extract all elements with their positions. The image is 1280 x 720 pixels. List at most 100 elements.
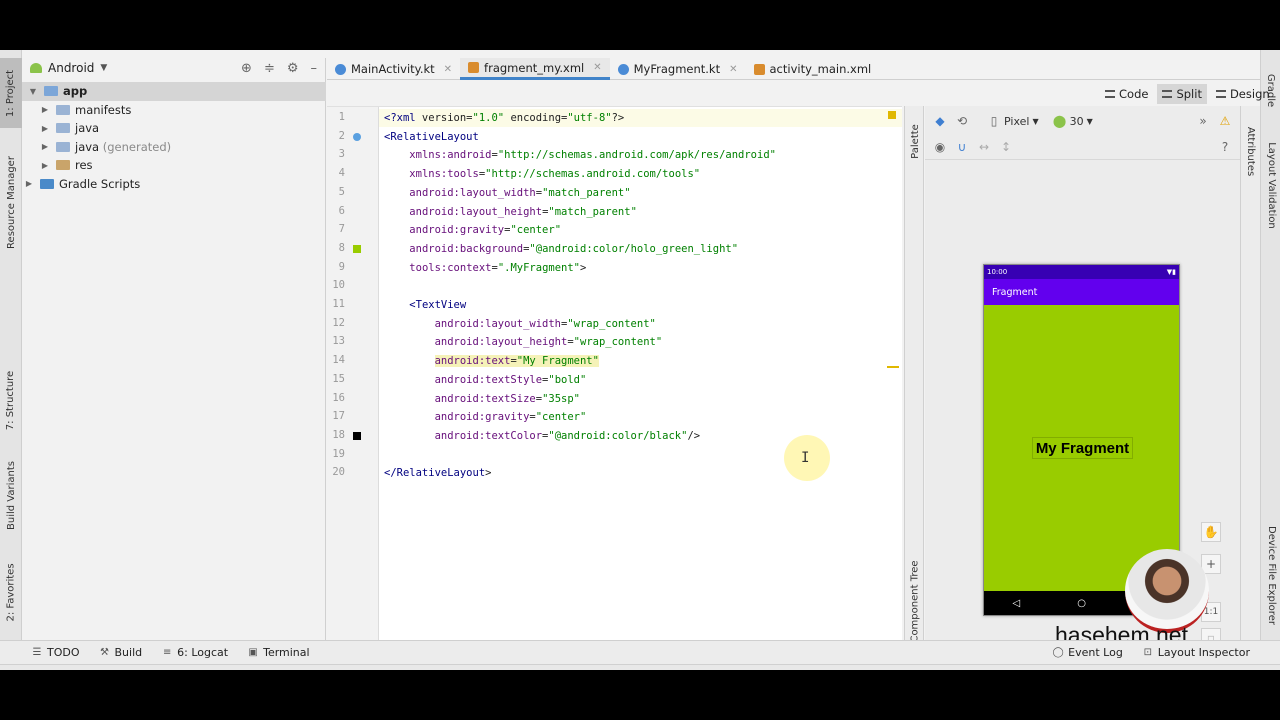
line-number: 5 <box>338 185 345 198</box>
tree-item-app[interactable]: ▼ app <box>22 82 326 101</box>
design-toolbar: ◆ ⟲ ▯ Pixel ▼ ⬤ 30 ▼ » ⚠ <box>925 108 1240 134</box>
terminal-tool-button[interactable]: ▣ Terminal <box>238 646 320 659</box>
horizontal-arrows-icon[interactable]: ↔ <box>977 140 991 154</box>
line-number: 3 <box>338 148 345 161</box>
tree-item-manifests[interactable]: ▶ manifests <box>40 101 131 120</box>
tab-activity-main-xml[interactable]: activity_main.xml <box>746 58 880 80</box>
design-mode-button[interactable]: Design <box>1211 84 1275 104</box>
vertical-arrows-icon[interactable]: ↕ <box>999 140 1013 154</box>
text-cursor-icon: I <box>801 450 810 466</box>
attributes-tab[interactable]: Attributes <box>1241 116 1261 186</box>
code-line[interactable]: android:layout_width="wrap_content" <box>384 315 656 333</box>
design-toolbar-secondary: ◉ ∪ ↔ ↕ ? <box>925 134 1240 160</box>
warning-marker[interactable] <box>888 111 896 119</box>
tree-item-gradle-scripts[interactable]: ▶ Gradle Scripts <box>24 175 140 194</box>
device-selector[interactable]: ▯ Pixel ▼ <box>987 114 1039 128</box>
code-line[interactable]: xmlns:android="http://schemas.android.co… <box>384 146 776 164</box>
layers-icon[interactable]: ◆ <box>933 114 947 128</box>
preview-textview[interactable]: My Fragment <box>1032 437 1133 459</box>
preview-icon[interactable] <box>353 132 361 141</box>
component-tree-tab[interactable]: Component Tree <box>905 560 925 642</box>
code-line[interactable]: android:layout_height="match_parent" <box>384 203 637 221</box>
chevron-right-icon[interactable]: ▶ <box>40 105 50 114</box>
line-number: 19 <box>332 447 345 460</box>
chevron-down-icon[interactable]: ▼ <box>28 87 38 96</box>
layout-validation-tool-tab[interactable]: Layout Validation <box>1261 130 1280 240</box>
project-view-selector[interactable]: Android <box>48 61 94 75</box>
code-line[interactable]: </RelativeLayout> <box>384 464 491 482</box>
locate-icon[interactable]: ⊕ <box>241 61 252 76</box>
layout-file-icon <box>468 62 480 73</box>
eye-icon[interactable]: ◉ <box>933 140 947 154</box>
bottom-tool-bar: ☰ TODO ⚒ Build ≡ 6: Logcat ▣ Terminal ◯ Event… <box>0 640 1280 664</box>
line-number: 6 <box>338 204 345 217</box>
code-line[interactable]: android:background="@android:color/holo_… <box>384 240 738 258</box>
code-line[interactable]: android:layout_height="wrap_content" <box>384 333 663 351</box>
resources-folder-icon <box>56 160 70 171</box>
tab-fragment-my-xml[interactable]: fragment_my.xml ✕ <box>460 58 610 80</box>
chevron-right-icon[interactable]: ▶ <box>40 124 50 133</box>
palette-tab[interactable]: Palette <box>905 114 925 169</box>
warning-icon[interactable]: ⚠ <box>1218 114 1232 128</box>
todo-tool-button[interactable]: ☰ TODO <box>22 646 90 659</box>
code-line[interactable]: <RelativeLayout <box>384 128 479 146</box>
magnet-icon[interactable]: ∪ <box>955 140 969 154</box>
chevron-down-icon[interactable]: ▼ <box>100 63 107 73</box>
code-line[interactable]: <?xml version="1.0" encoding="utf-8"?> <box>384 109 624 127</box>
design-preview-panel: ◆ ⟲ ▯ Pixel ▼ ⬤ 30 ▼ » ⚠ ◉ ∪ ↔ ↕ ? 10:00 <box>925 106 1240 648</box>
code-line[interactable]: android:gravity="center" <box>384 408 587 426</box>
tree-item-java[interactable]: ▶ java <box>40 119 99 138</box>
code-line[interactable]: tools:context=".MyFragment"> <box>384 259 586 277</box>
pan-hand-icon[interactable]: ✋ <box>1201 522 1221 542</box>
build-variants-tool-tab[interactable]: Build Variants <box>0 450 22 540</box>
gear-icon[interactable]: ⚙ <box>287 61 299 76</box>
code-line[interactable]: android:textStyle="bold" <box>384 371 587 389</box>
chevron-right-icon[interactable]: ▶ <box>40 142 50 151</box>
chevron-right-icon[interactable]: ▶ <box>24 179 34 188</box>
tree-item-res[interactable]: ▶ res <box>40 156 93 175</box>
project-header: Android ▼ ⊕ ≑ ⚙ – <box>22 58 325 78</box>
api-level-selector[interactable]: ⬤ 30 ▼ <box>1053 114 1093 128</box>
code-line[interactable]: android:layout_width="match_parent" <box>384 184 630 202</box>
resource-manager-tool-tab[interactable]: Resource Manager <box>0 142 22 262</box>
chevron-right-icon[interactable]: ▶ <box>40 161 50 170</box>
project-tool-tab[interactable]: 1: Project <box>0 58 22 128</box>
help-icon[interactable]: ? <box>1218 140 1232 154</box>
signal-battery-icon: ▼▮ <box>1166 268 1176 276</box>
phone-app-bar: Fragment <box>984 279 1179 305</box>
tab-mainactivity[interactable]: MainActivity.kt ✕ <box>327 58 460 80</box>
structure-tool-tab[interactable]: 7: Structure <box>0 360 22 440</box>
minimize-icon[interactable]: – <box>311 61 318 76</box>
expand-icon[interactable]: » <box>1196 114 1210 128</box>
color-swatch-icon[interactable] <box>353 431 361 440</box>
highlight-marker[interactable] <box>887 366 899 368</box>
layout-inspector-tool-button[interactable]: ⊡ Layout Inspector <box>1133 646 1260 659</box>
code-line[interactable]: android:textColor="@android:color/black"… <box>384 427 701 445</box>
project-panel: Android ▼ ⊕ ≑ ⚙ – ▼ app ▶ manifests ▶ ja… <box>22 58 326 640</box>
device-file-explorer-tool-tab[interactable]: Device File Explorer <box>1261 520 1280 630</box>
code-line[interactable]: android:gravity="center" <box>384 221 561 239</box>
close-icon[interactable]: ✕ <box>593 62 601 73</box>
orientation-icon[interactable]: ⟲ <box>955 114 969 128</box>
favorites-tool-tab[interactable]: 2: Favorites <box>0 555 22 630</box>
code-line[interactable]: <TextView <box>384 296 466 314</box>
code-line[interactable]: android:text="My Fragment" <box>384 352 599 370</box>
layout-file-icon <box>753 63 765 75</box>
logcat-tool-button[interactable]: ≡ 6: Logcat <box>152 646 238 659</box>
editor-gutter: 1 2 3 4 5 6 7 8 9 10 11 12 13 14 15 16 17 18 19 20 <box>327 107 379 641</box>
collapse-all-icon[interactable]: ≑ <box>264 61 275 76</box>
code-line[interactable]: android:textSize="35sp" <box>384 390 580 408</box>
event-log-tool-button[interactable]: ◯ Event Log <box>1043 646 1133 659</box>
split-mode-button[interactable]: Split <box>1157 84 1207 104</box>
folder-icon <box>56 141 70 152</box>
build-tool-button[interactable]: ⚒ Build <box>90 646 153 659</box>
color-swatch-icon[interactable] <box>353 244 361 253</box>
folder-icon <box>56 104 70 115</box>
tree-item-java-generated[interactable]: ▶ java (generated) <box>40 138 171 157</box>
close-icon[interactable]: ✕ <box>444 64 452 75</box>
code-line[interactable]: xmlns:tools="http://schemas.android.com/… <box>384 165 700 183</box>
code-editor[interactable]: 1 2 3 4 5 6 7 8 9 10 11 12 13 14 15 16 17 18 19 20 <?xml ve… <box>327 106 902 641</box>
code-mode-button[interactable]: Code <box>1100 84 1153 104</box>
tab-myfragment[interactable]: MyFragment.kt ✕ <box>610 58 746 80</box>
close-icon[interactable]: ✕ <box>729 64 737 75</box>
